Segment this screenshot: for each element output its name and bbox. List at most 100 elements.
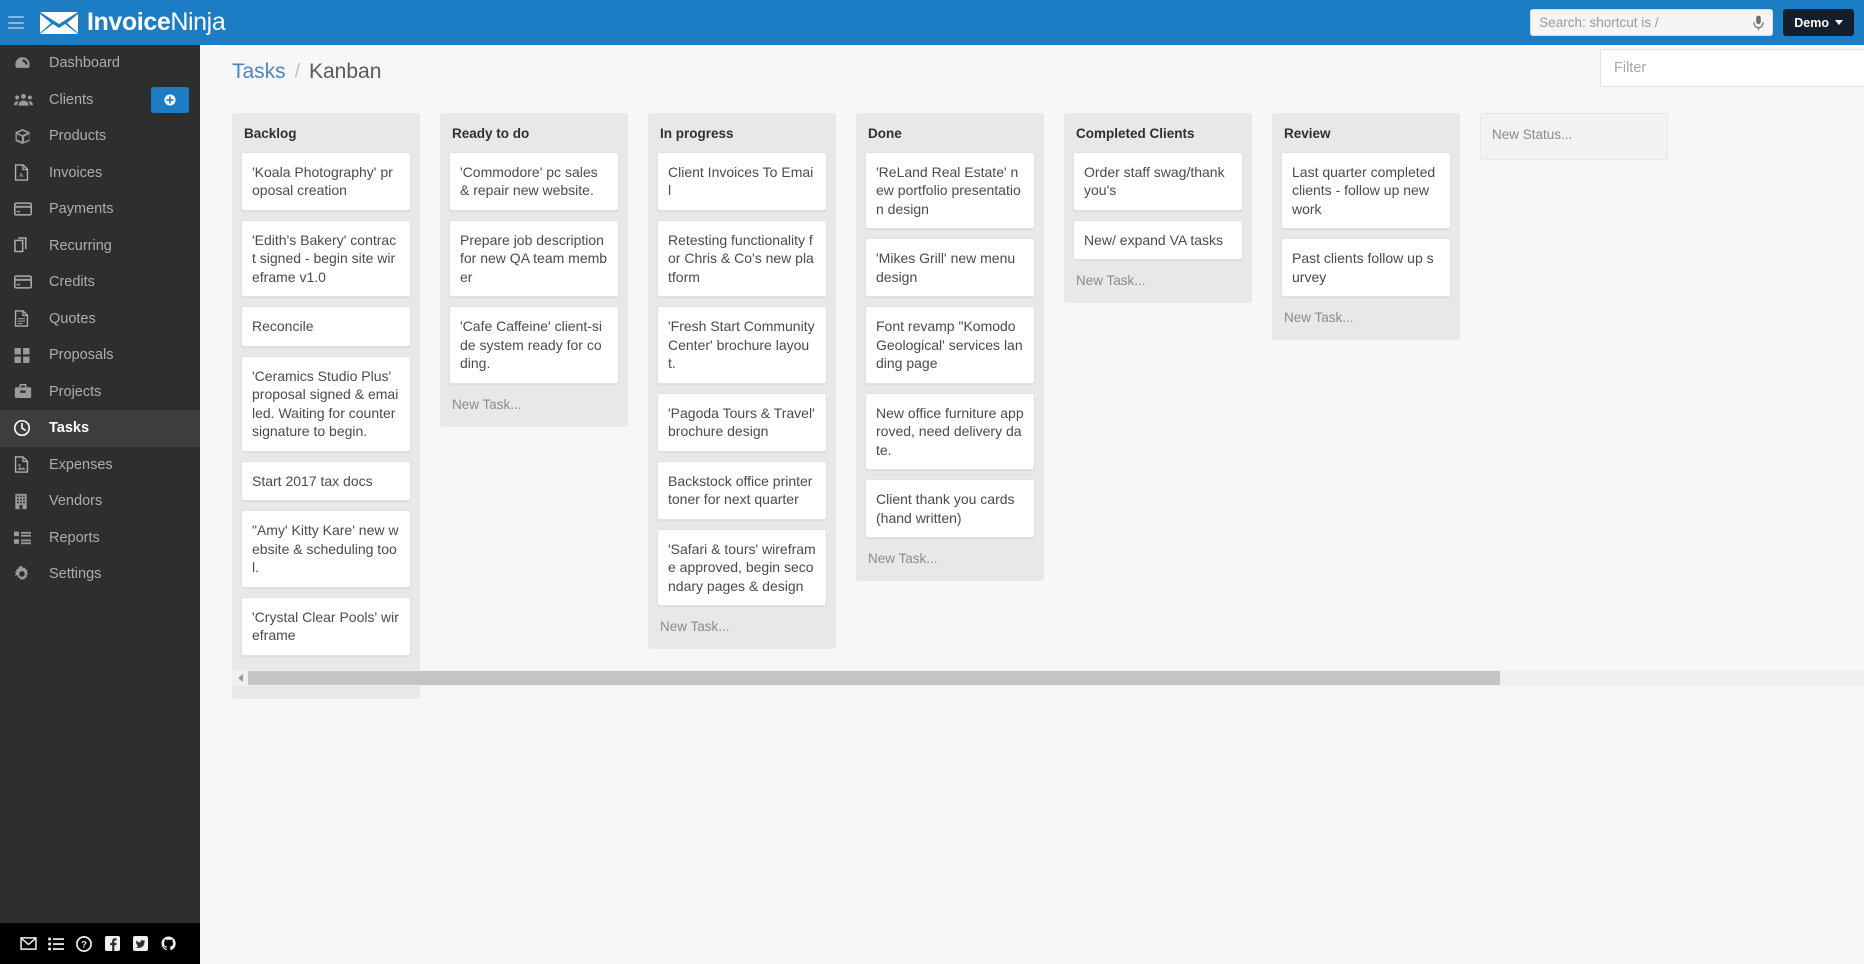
kanban-column: Review Last quarter completed clients - f… [1272, 113, 1460, 341]
topbar-right-group: Demo [1530, 0, 1854, 45]
account-label: Demo [1794, 15, 1829, 30]
copy-icon [14, 237, 36, 255]
gear-icon [14, 565, 36, 583]
sidebar-item-expenses[interactable]: Expenses [0, 447, 200, 484]
sidebar-item-label: Recurring [49, 237, 112, 254]
task-card[interactable]: 'Cafe Caffeine' client-side system ready… [449, 306, 619, 384]
sidebar-item-invoices[interactable]: A Invoices [0, 155, 200, 192]
search-input[interactable] [1539, 15, 1754, 30]
scrollbar-thumb[interactable] [248, 671, 1500, 685]
task-card[interactable]: New/ expand VA tasks [1073, 219, 1243, 261]
sidebar-item-label: Projects [49, 383, 102, 400]
account-menu-button[interactable]: Demo [1783, 9, 1854, 36]
task-card[interactable]: "Amy' Kitty Kare' new website & scheduli… [241, 510, 411, 588]
task-card[interactable]: 'ReLand Real Estate' new portfolio prese… [865, 152, 1035, 230]
briefcase-icon [14, 383, 36, 401]
task-card[interactable]: 'Pagoda Tours & Travel' brochure design [657, 392, 827, 452]
new-task-input[interactable]: New Task... [865, 547, 1035, 575]
kanban-column: Completed Clients Order staff swag/thank … [1064, 113, 1252, 304]
brand-light: Ninja [170, 8, 226, 36]
sidebar-item-dashboard[interactable]: Dashboard [0, 45, 200, 82]
hamburger-menu-icon[interactable] [8, 16, 24, 29]
task-card[interactable]: 'Mikes Grill' new menu design [865, 238, 1035, 298]
breadcrumb-separator: / [294, 60, 300, 82]
sidebar-item-quotes[interactable]: Quotes [0, 301, 200, 338]
dashboard-icon [14, 54, 36, 72]
column-title: Ready to do [452, 126, 530, 141]
breadcrumb-current-kanban: Kanban [308, 59, 382, 83]
facebook-icon[interactable] [98, 936, 126, 951]
task-card[interactable]: Start 2017 tax docs [241, 460, 411, 502]
github-icon[interactable] [154, 936, 182, 951]
task-card[interactable]: Past clients follow up survey [1281, 238, 1451, 298]
credit-card-icon [14, 273, 36, 291]
task-card[interactable]: 'Safari & tours' wireframe approved, beg… [657, 528, 827, 607]
add-client-button[interactable] [151, 86, 189, 113]
task-card[interactable]: New office furniture approved, need deli… [865, 392, 1035, 471]
sidebar-item-products[interactable]: Products [0, 118, 200, 155]
question-circle-icon[interactable]: ? [70, 935, 98, 952]
task-card[interactable]: Order staff swag/thank you's [1073, 152, 1243, 211]
building-icon [14, 492, 36, 510]
task-card[interactable]: 'Koala Photography' proposal creation [241, 152, 411, 211]
twitter-icon[interactable] [126, 936, 154, 951]
task-card[interactable]: Reconcile [241, 306, 411, 347]
brand-logo[interactable]: InvoiceNinja [40, 8, 226, 36]
list-icon[interactable] [42, 937, 70, 951]
task-card[interactable]: 'Crystal Clear Pools' wireframe [241, 596, 411, 656]
file-image-icon [14, 456, 36, 474]
search-box[interactable] [1530, 9, 1774, 36]
sidebar-item-label: Reports [49, 529, 100, 546]
sidebar-item-proposals[interactable]: Proposals [0, 337, 200, 374]
task-card[interactable]: Prepare job description for new QA team … [449, 219, 619, 298]
sidebar-item-recurring[interactable]: Recurring [0, 228, 200, 265]
task-card[interactable]: Client Invoices To Email [657, 152, 827, 211]
new-task-input[interactable]: New Task... [1281, 306, 1451, 334]
caret-left-icon[interactable] [232, 670, 248, 686]
envelope-logo-icon [40, 10, 78, 35]
sidebar-item-label: Proposals [49, 347, 114, 364]
scrollbar-track[interactable] [248, 671, 1864, 685]
breadcrumb-tasks-link[interactable]: Tasks [232, 60, 286, 84]
sidebar-item-payments[interactable]: Payments [0, 191, 200, 228]
sidebar-item-clients[interactable]: Clients [0, 82, 200, 119]
microphone-icon[interactable] [1753, 15, 1764, 31]
kanban-column: Done 'ReLand Real Estate' new portfolio p… [856, 113, 1044, 582]
task-card[interactable]: 'Edith's Bakery' contract signed - begin… [241, 219, 411, 298]
sidebar-item-vendors[interactable]: Vendors [0, 483, 200, 520]
task-card[interactable]: Client thank you cards (hand written) [865, 479, 1035, 539]
column-title: Done [868, 126, 902, 141]
task-card[interactable]: Backstock office printer toner for next … [657, 460, 827, 520]
sidebar-item-projects[interactable]: Projects [0, 374, 200, 411]
filter-input[interactable] [1600, 49, 1864, 87]
task-card[interactable]: Font revamp "Komodo Geological' services… [865, 306, 1035, 384]
users-icon [14, 91, 36, 109]
new-task-input[interactable]: New Task... [1073, 269, 1243, 297]
sidebar-item-label: Credits [49, 274, 95, 291]
envelope-icon[interactable] [14, 937, 42, 950]
svg-text:?: ? [81, 939, 87, 950]
task-card[interactable]: 'Fresh Start Community Center' brochure … [657, 306, 827, 384]
sidebar-item-label: Quotes [49, 310, 96, 327]
new-status-input[interactable]: New Status... [1480, 113, 1668, 160]
kanban-column: Ready to do 'Commodore' pc sales & repair… [440, 113, 628, 427]
box-icon [14, 127, 36, 145]
sidebar-item-label: Invoices [49, 164, 103, 181]
sidebar-item-tasks[interactable]: Tasks [0, 410, 200, 447]
task-card[interactable]: 'Ceramics Studio Plus' proposal signed &… [241, 355, 411, 452]
sidebar-item-settings[interactable]: Settings [0, 556, 200, 593]
sidebar-item-reports[interactable]: Reports [0, 520, 200, 557]
sidebar-item-label: Clients [49, 91, 94, 108]
task-card[interactable]: Retesting functionality for Chris & Co's… [657, 219, 827, 298]
sidebar-item-credits[interactable]: Credits [0, 264, 200, 301]
sidebar-item-label: Payments [49, 201, 114, 218]
top-navbar: InvoiceNinja Demo [0, 0, 1864, 45]
kanban-column: In progress Client Invoices To Email Retes… [648, 113, 836, 650]
sidebar-item-label: Dashboard [49, 55, 120, 72]
plus-circle-icon [164, 93, 176, 106]
task-card[interactable]: 'Commodore' pc sales & repair new websit… [449, 152, 619, 211]
new-task-input[interactable]: New Task... [449, 393, 619, 421]
task-card[interactable]: Last quarter completed clients - follow … [1281, 152, 1451, 230]
new-task-input[interactable]: New Task... [657, 615, 827, 643]
horizontal-scrollbar[interactable] [232, 670, 1864, 686]
